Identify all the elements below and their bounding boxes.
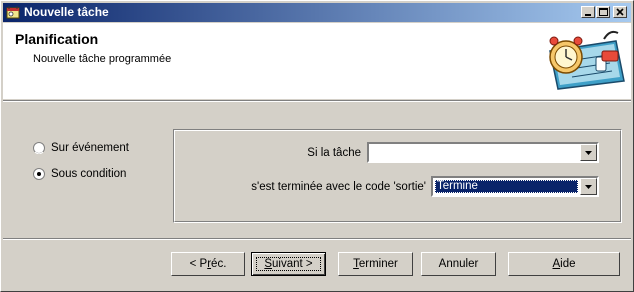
help-button[interactable]: Aide <box>508 252 620 276</box>
finish-button-label: Terminer <box>353 258 398 270</box>
footer-divider <box>3 238 631 240</box>
chevron-down-icon <box>585 151 592 155</box>
help-button-label: Aide <box>552 258 576 270</box>
wizard-window: Nouvelle tâche Planification Nouvelle tâ… <box>0 0 634 292</box>
title-bar[interactable]: Nouvelle tâche <box>3 3 631 22</box>
radio-on-condition[interactable]: Sous condition <box>33 168 126 182</box>
window-title: Nouvelle tâche <box>24 5 109 19</box>
previous-button-label: < Préc. <box>189 258 227 270</box>
task-select-dropdown-button[interactable] <box>580 144 597 161</box>
task-select-value <box>371 146 578 159</box>
radio-on-condition-label: Sous condition <box>51 168 127 181</box>
radio-checked-icon <box>33 168 45 181</box>
task-label: Si la tâche <box>307 147 361 159</box>
scheduler-notepad-clock-icon <box>549 30 625 90</box>
page-subtitle: Nouvelle tâche programmée <box>33 53 172 65</box>
radio-unchecked-icon <box>33 142 45 155</box>
minimize-icon <box>585 14 591 16</box>
previous-button[interactable]: < Préc. <box>171 252 245 276</box>
close-icon <box>616 8 624 16</box>
minimize-button[interactable] <box>581 6 595 18</box>
header-divider <box>3 100 631 102</box>
maximize-icon <box>599 8 608 16</box>
maximize-button[interactable] <box>596 6 610 18</box>
scheduler-icon <box>6 6 20 19</box>
finish-button[interactable]: Terminer <box>338 252 413 276</box>
exit-code-dropdown-button[interactable] <box>580 178 597 195</box>
cancel-button-label: Annuler <box>438 258 479 270</box>
exit-code-select[interactable]: Termine <box>431 176 599 197</box>
cancel-button[interactable]: Annuler <box>421 252 496 276</box>
next-button[interactable]: Suivant > <box>251 252 326 276</box>
chevron-down-icon <box>585 185 592 189</box>
wizard-header: Planification Nouvelle tâche programmée <box>3 23 631 99</box>
exit-code-select-value: Termine <box>435 180 578 193</box>
page-title: Planification <box>15 31 99 47</box>
close-button[interactable] <box>613 6 627 18</box>
exit-code-label: s'est terminée avec le code 'sortie' <box>251 181 426 193</box>
task-select[interactable] <box>367 142 599 163</box>
radio-on-event[interactable]: Sur événement <box>33 142 129 156</box>
radio-on-event-label: Sur événement <box>51 142 129 155</box>
